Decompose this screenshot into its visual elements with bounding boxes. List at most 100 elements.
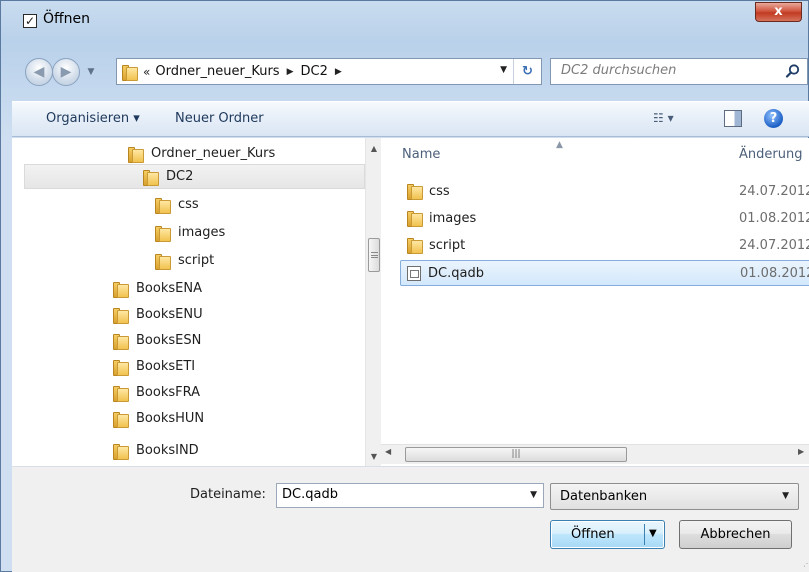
file-row[interactable]: css 24.07.2012	[400, 178, 809, 204]
folder-icon	[112, 443, 129, 460]
search-icon[interactable]	[785, 63, 801, 79]
file-name: images	[429, 210, 477, 226]
file-name: DC.qadb	[428, 265, 484, 281]
filetype-value: Datenbanken	[560, 489, 648, 504]
tree-item-bookshun[interactable]: BooksHUN	[112, 406, 204, 431]
open-options-dropdown-icon[interactable]: ▼	[649, 528, 657, 539]
scrollbar-thumb[interactable]: |||	[405, 447, 627, 462]
database-file-icon	[407, 265, 421, 281]
filetype-select[interactable]: Datenbanken ▼	[550, 483, 799, 510]
navigation-pane: Ordner_neuer_Kurs DC2 css images script …	[12, 138, 382, 466]
tree-item-booksseti[interactable]: BooksETI	[112, 354, 195, 379]
tree-item-script[interactable]: script	[154, 248, 214, 273]
forward-button[interactable]: ▶	[52, 58, 80, 86]
tree-item-label: BooksENA	[136, 281, 202, 296]
new-folder-button[interactable]: Neuer Ordner	[175, 111, 264, 126]
change-view-button[interactable]: ☷ ▾	[653, 111, 695, 129]
file-row[interactable]: images 01.08.2012	[400, 205, 809, 231]
filename-combobox[interactable]: ▼	[276, 483, 544, 508]
split-divider	[644, 524, 645, 545]
breadcrumb-dc2[interactable]: DC2	[301, 64, 328, 79]
tree-item-booksfra[interactable]: BooksFRA	[112, 380, 200, 405]
command-toolbar: Organisieren ▾ Neuer Ordner ☷ ▾ ?	[12, 101, 809, 137]
tree-item-ordner-neuer-kurs[interactable]: Ordner_neuer_Kurs	[127, 141, 275, 166]
folder-icon	[112, 307, 129, 324]
tree-item-label: images	[178, 225, 226, 240]
scroll-right-icon[interactable]: ▶	[798, 447, 804, 456]
breadcrumb-chevron-icon[interactable]: ▶	[287, 67, 294, 77]
tree-item-booksena[interactable]: BooksENA	[112, 276, 202, 301]
folder-icon	[112, 385, 129, 402]
tree-item-label: BooksESN	[136, 333, 202, 348]
refresh-icon[interactable]: ↻	[513, 59, 541, 84]
title-checkbox-icon: ✓	[23, 14, 37, 28]
breadcrumb-chevron-icon[interactable]: ▶	[335, 67, 342, 77]
file-name: script	[429, 237, 466, 253]
folder-icon	[112, 411, 129, 428]
breadcrumb-ordner-neuer-kurs[interactable]: Ordner_neuer_Kurs	[155, 64, 279, 79]
tree-item-booksesn[interactable]: BooksESN	[112, 328, 201, 353]
file-date: 24.07.2012	[739, 183, 809, 199]
open-dialog: ✓ Öffnen x ◀ ▶ ▼ « Ordner_neuer_Kurs ▶ D…	[0, 0, 809, 572]
open-button[interactable]: Öffnen ▼	[550, 520, 665, 549]
scroll-up-icon[interactable]: ▲	[366, 140, 382, 157]
tree-item-images[interactable]: images	[154, 220, 225, 245]
folder-icon	[127, 146, 144, 163]
folder-icon	[154, 225, 171, 242]
filename-label: Dateiname:	[190, 487, 266, 502]
preview-pane-icon[interactable]	[724, 110, 742, 127]
file-row-selected[interactable]: DC.qadb 01.08.2012	[400, 260, 809, 286]
tree-item-label: BooksHUN	[136, 411, 205, 426]
search-box[interactable]	[550, 58, 808, 85]
navigation-scrollbar[interactable]: ▲ ▼	[365, 138, 382, 466]
dialog-footer: Dateiname: ▼ Datenbanken ▼ Öffnen ▼ Abbr…	[12, 466, 809, 572]
folder-icon	[112, 333, 129, 350]
tree-item-label: BooksFRA	[136, 385, 201, 400]
filetype-dropdown-icon[interactable]: ▼	[782, 491, 789, 501]
folder-icon	[406, 237, 423, 254]
tree-item-booksind[interactable]: BooksIND	[112, 438, 199, 463]
scroll-down-icon[interactable]: ▼	[366, 448, 382, 465]
filename-dropdown-icon[interactable]: ▼	[530, 490, 537, 500]
back-button[interactable]: ◀	[25, 58, 53, 86]
search-input[interactable]	[561, 63, 771, 78]
scrollbar-thumb[interactable]	[368, 238, 380, 272]
folder-icon	[112, 359, 129, 376]
tree-item-label: DC2	[166, 169, 194, 184]
breadcrumb-overflow[interactable]: «	[143, 65, 150, 79]
tree-item-label: script	[178, 253, 215, 268]
folder-icon	[112, 281, 129, 298]
title-bar: ✓ Öffnen x	[1, 1, 809, 35]
file-name: css	[429, 183, 450, 199]
tree-item-label: Ordner_neuer_Kurs	[151, 146, 276, 161]
tree-item-label: BooksENU	[136, 307, 203, 322]
folder-icon	[154, 197, 171, 214]
folder-icon	[406, 210, 423, 227]
filename-input[interactable]	[282, 487, 502, 502]
window-title: Öffnen	[43, 11, 91, 27]
tree-item-dc2[interactable]: DC2	[24, 164, 365, 189]
address-dropdown-icon[interactable]: ▼	[500, 65, 507, 75]
tree-item-css[interactable]: css	[154, 192, 199, 217]
folder-icon	[142, 169, 159, 186]
scroll-left-icon[interactable]: ◀	[385, 447, 391, 456]
organize-menu-button[interactable]: Organisieren ▾	[46, 111, 140, 126]
folder-icon	[406, 183, 423, 200]
file-date: 01.08.2012	[739, 210, 809, 226]
resize-grip-icon[interactable]: ⋰	[803, 559, 809, 568]
column-header-date[interactable]: Änderung	[739, 138, 802, 172]
address-bar[interactable]: « Ordner_neuer_Kurs ▶ DC2 ▶ ▼ ↻	[116, 58, 542, 85]
file-list-scrollbar[interactable]: ◀ ||| ▶	[381, 444, 809, 464]
column-header-name[interactable]: Name	[402, 138, 440, 172]
tree-item-label: css	[178, 197, 199, 212]
close-button[interactable]: x	[755, 2, 802, 22]
tree-item-booksenu[interactable]: BooksENU	[112, 302, 203, 327]
help-icon[interactable]: ?	[764, 109, 783, 128]
cancel-button[interactable]: Abbrechen	[679, 520, 792, 549]
sort-ascending-icon: ▲	[556, 140, 563, 150]
file-date: 01.08.2012	[740, 265, 809, 281]
tree-item-label: BooksIND	[136, 443, 199, 458]
file-row[interactable]: script 24.07.2012	[400, 232, 809, 258]
recent-pages-dropdown[interactable]: ▼	[84, 64, 98, 80]
open-button-label: Öffnen	[571, 527, 615, 542]
